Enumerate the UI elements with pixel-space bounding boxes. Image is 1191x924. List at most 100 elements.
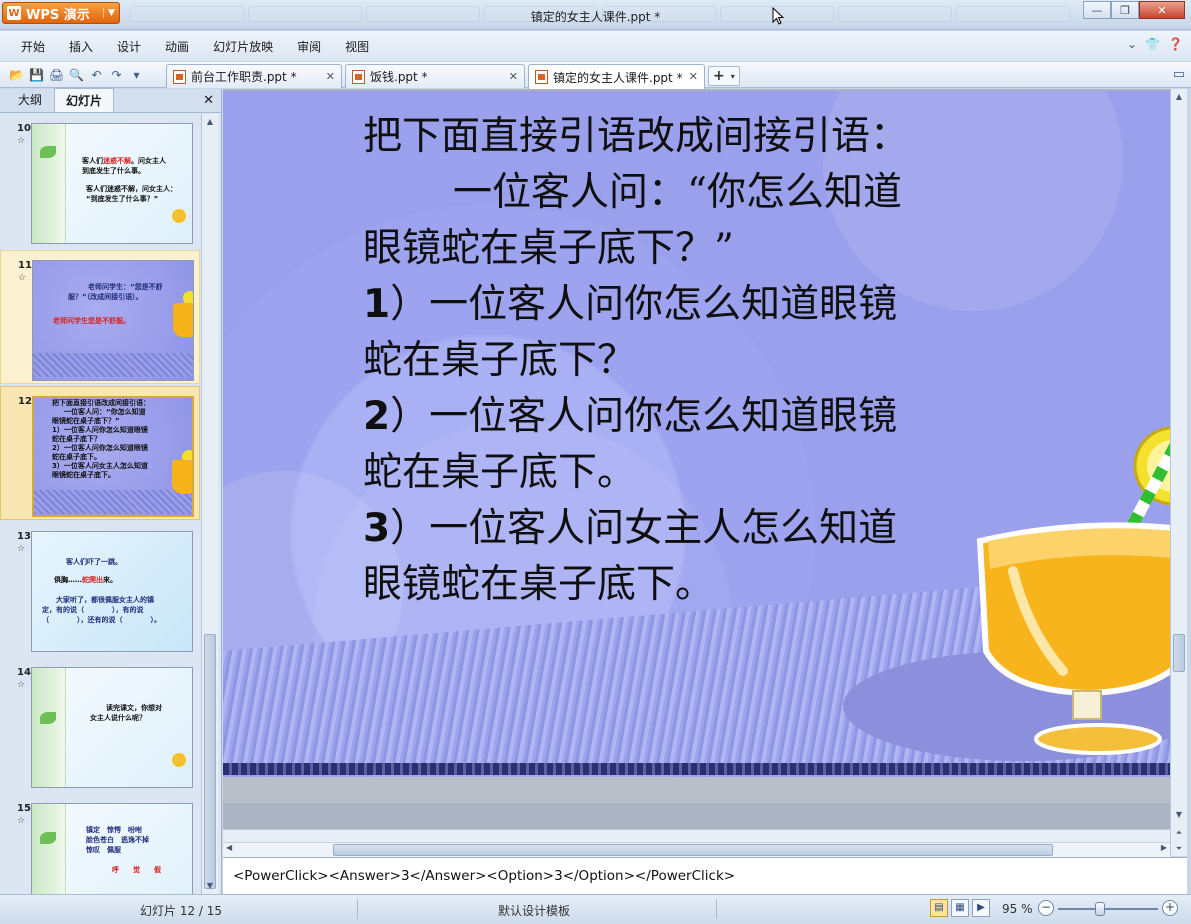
minimize-button[interactable]: — bbox=[1083, 1, 1111, 19]
slide-horizontal-scrollbar[interactable]: ◀ ▶ bbox=[223, 829, 1170, 857]
normal-view-icon[interactable]: ▤ bbox=[930, 899, 948, 917]
zoom-track bbox=[1058, 908, 1158, 910]
slide-thumbnail-row[interactable]: 15 ☆ 镇定 惊愕 吩咐 脸色苍白 逃逸不掉 惊叹 佩服 呼 觉 假 bbox=[0, 794, 200, 894]
thumb-text: 眼镜蛇在桌子底下？” bbox=[52, 417, 120, 425]
tab-outline[interactable]: 大纲 bbox=[6, 87, 54, 112]
slide-vertical-scrollbar[interactable]: ▲ ▼ ⏶ ⏷ bbox=[1170, 89, 1187, 856]
thumb-text: 老师问学生您是不舒服。 bbox=[53, 317, 130, 325]
scroll-up-icon[interactable]: ▲ bbox=[203, 114, 217, 130]
next-slide-icon[interactable]: ⏷ bbox=[1172, 841, 1186, 857]
menu-review[interactable]: 审阅 bbox=[286, 38, 332, 55]
zoom-slider-thumb[interactable] bbox=[1095, 902, 1105, 916]
panel-tabs: 大纲 幻灯片 ✕ bbox=[0, 87, 221, 113]
slide-sorter-view-icon[interactable]: ▦ bbox=[951, 899, 969, 917]
menu-insert[interactable]: 插入 bbox=[58, 38, 104, 55]
new-tab-button[interactable]: + ▾ bbox=[708, 66, 740, 86]
floor-decoration bbox=[34, 490, 192, 514]
zoom-in-icon[interactable]: + bbox=[1162, 900, 1178, 916]
help-icon[interactable]: ❓ bbox=[1168, 37, 1183, 51]
restore-button[interactable]: ❐ bbox=[1111, 1, 1139, 19]
juice-glass-decoration bbox=[173, 303, 193, 337]
vine-decoration bbox=[32, 124, 66, 243]
slide-text-box[interactable]: 把下面直接引语改成间接引语： 一位客人问：“你怎么知道 眼镜蛇在桌子底下？” 1… bbox=[363, 109, 1003, 613]
slides-panel: 大纲 幻灯片 ✕ 10 ☆ 客人们迷惑不解。问女主人 到底发生了什么事。 客人们… bbox=[0, 87, 222, 894]
slide-thumbnail-row[interactable]: 14 ☆ 读完课文，你想对 女主人说什么呢？ bbox=[0, 658, 200, 792]
slide-thumbnail-row[interactable]: 10 ☆ 客人们迷惑不解。问女主人 到底发生了什么事。 客人们迷惑不解，问女主人… bbox=[0, 114, 200, 248]
slide-thumbnail-row-selected[interactable]: 12 把下面直接引语改成间接引语： 一位客人问：“你怎么知道 眼镜蛇在桌子底下？… bbox=[0, 386, 200, 520]
slideshow-view-icon[interactable]: ▶ bbox=[972, 899, 990, 917]
close-tab-icon[interactable]: ✕ bbox=[509, 70, 518, 83]
close-panel-icon[interactable]: ✕ bbox=[203, 93, 214, 108]
window-layout-icon[interactable]: ▭ bbox=[1173, 67, 1185, 82]
menu-slideshow[interactable]: 幻灯片放映 bbox=[202, 38, 284, 55]
thumb-text: 2）一位客人问你怎么知道眼镜 bbox=[52, 444, 148, 452]
scroll-down-icon[interactable]: ▼ bbox=[203, 878, 217, 894]
glass-base-icon bbox=[1034, 723, 1162, 755]
menu-design[interactable]: 设计 bbox=[106, 38, 152, 55]
scroll-left-icon[interactable]: ◀ bbox=[226, 843, 232, 852]
thumb-text: 蛇在桌子底下？ bbox=[52, 435, 101, 443]
close-tab-icon[interactable]: ✕ bbox=[326, 70, 335, 83]
vine-decoration bbox=[32, 804, 66, 894]
scroll-up-icon[interactable]: ▲ bbox=[1172, 89, 1186, 105]
menu-animation[interactable]: 动画 bbox=[154, 38, 200, 55]
slide-counter: 幻灯片 12 / 15 bbox=[140, 904, 223, 918]
juice-glass-decoration bbox=[172, 460, 192, 494]
thumb-text: 俱胸……蛇爬出来。 bbox=[54, 576, 117, 584]
previous-slide-icon[interactable]: ⏶ bbox=[1172, 825, 1186, 841]
print-icon[interactable]: 🖨 bbox=[48, 66, 65, 83]
speaker-notes[interactable]: <PowerClick><Answer>3</Answer><Option>3<… bbox=[223, 857, 1187, 894]
mouse-cursor-icon bbox=[772, 7, 784, 25]
scrollbar-thumb[interactable] bbox=[204, 634, 216, 889]
menu-view[interactable]: 视图 bbox=[334, 38, 380, 55]
slide-number: 13 bbox=[17, 531, 31, 542]
thumb-text: 1）一位客人问你怎么知道眼镜 bbox=[52, 426, 148, 434]
scroll-right-icon[interactable]: ▶ bbox=[1161, 843, 1167, 852]
scrollbar-thumb[interactable] bbox=[1173, 634, 1185, 672]
skin-shirt-icon[interactable]: 👕 bbox=[1145, 37, 1160, 51]
thumb-text: 到底发生了什么事。 bbox=[82, 167, 145, 175]
slide-thumbnail-row[interactable]: 13 ☆ 客人们吓了一跳。 俱胸……蛇爬出来。 大家听了，都很佩服女主人的镇 定… bbox=[0, 522, 200, 656]
scroll-down-icon[interactable]: ▼ bbox=[1172, 807, 1186, 823]
slide-number: 10 bbox=[17, 123, 31, 134]
thumb-text: 镇定 惊愕 吩咐 bbox=[86, 826, 142, 834]
close-window-button[interactable]: ✕ bbox=[1139, 1, 1185, 19]
slide-number: 11 bbox=[18, 260, 32, 271]
undo-icon[interactable]: ↶ bbox=[88, 66, 105, 83]
open-folder-icon[interactable]: 📂 bbox=[8, 66, 25, 83]
slide-thumbnail[interactable]: 客人们吓了一跳。 俱胸……蛇爬出来。 大家听了，都很佩服女主人的镇 定，有的说（… bbox=[31, 531, 193, 652]
print-preview-icon[interactable]: 🔍 bbox=[68, 66, 85, 83]
vine-decoration bbox=[32, 668, 66, 787]
leaf-decoration bbox=[40, 146, 56, 158]
slide-thumbnail-row[interactable]: 11 ☆ 老师问学生：“您是不舒 服？”（改成间接引语）。 老师问学生您是不舒服… bbox=[0, 250, 200, 384]
slide-thumbnail[interactable]: 老师问学生：“您是不舒 服？”（改成间接引语）。 老师问学生您是不舒服。 bbox=[32, 260, 194, 381]
chevron-down-icon[interactable]: ▾ bbox=[731, 72, 735, 81]
zoom-slider[interactable]: − + bbox=[1038, 900, 1178, 918]
slide-title-line: 把下面直接引语改成间接引语： bbox=[363, 114, 910, 159]
thumb-text: 客人们迷惑不解。问女主人 bbox=[82, 157, 166, 165]
ribbon-collapse-icon[interactable]: ⌄ bbox=[1127, 37, 1137, 51]
redo-icon[interactable]: ↷ bbox=[108, 66, 125, 83]
save-icon[interactable]: 💾 bbox=[28, 66, 45, 83]
thumb-text: 女主人说什么呢？ bbox=[90, 714, 146, 722]
menu-home[interactable]: 开始 bbox=[10, 38, 56, 55]
slide-thumbnail[interactable]: 镇定 惊愕 吩咐 脸色苍白 逃逸不掉 惊叹 佩服 呼 觉 假 bbox=[31, 803, 193, 894]
customize-toolbar-icon[interactable]: ▾ bbox=[128, 66, 145, 83]
tab-document-1[interactable]: 前台工作职责.ppt * ✕ bbox=[166, 64, 342, 88]
current-slide[interactable]: 把下面直接引语改成间接引语： 一位客人问：“你怎么知道 眼镜蛇在桌子底下？” 1… bbox=[223, 91, 1170, 803]
tab-document-2[interactable]: 饭钱.ppt * ✕ bbox=[345, 64, 525, 88]
tab-document-3-active[interactable]: 镇定的女主人课件.ppt * ✕ bbox=[528, 64, 705, 89]
status-separator bbox=[716, 899, 717, 919]
zoom-out-icon[interactable]: − bbox=[1038, 900, 1054, 916]
tab-slides[interactable]: 幻灯片 bbox=[54, 88, 115, 112]
thumb-text: 脸色苍白 逃逸不掉 bbox=[86, 836, 149, 844]
thumb-text: 客人们迷惑不解，问女主人： bbox=[86, 185, 177, 193]
slide-thumbnail[interactable]: 客人们迷惑不解。问女主人 到底发生了什么事。 客人们迷惑不解，问女主人： “到底… bbox=[31, 123, 193, 244]
tab-label: 镇定的女主人课件.ppt * bbox=[553, 70, 683, 85]
animation-star-icon: ☆ bbox=[18, 273, 27, 283]
slide-thumbnail[interactable]: 把下面直接引语改成间接引语： 一位客人问：“你怎么知道 眼镜蛇在桌子底下？” 1… bbox=[32, 396, 194, 517]
panel-scrollbar[interactable]: ▲ ▼ bbox=[201, 114, 218, 894]
close-tab-icon[interactable]: ✕ bbox=[689, 70, 698, 83]
scrollbar-thumb[interactable] bbox=[333, 844, 1053, 856]
slide-thumbnail[interactable]: 读完课文，你想对 女主人说什么呢？ bbox=[31, 667, 193, 788]
